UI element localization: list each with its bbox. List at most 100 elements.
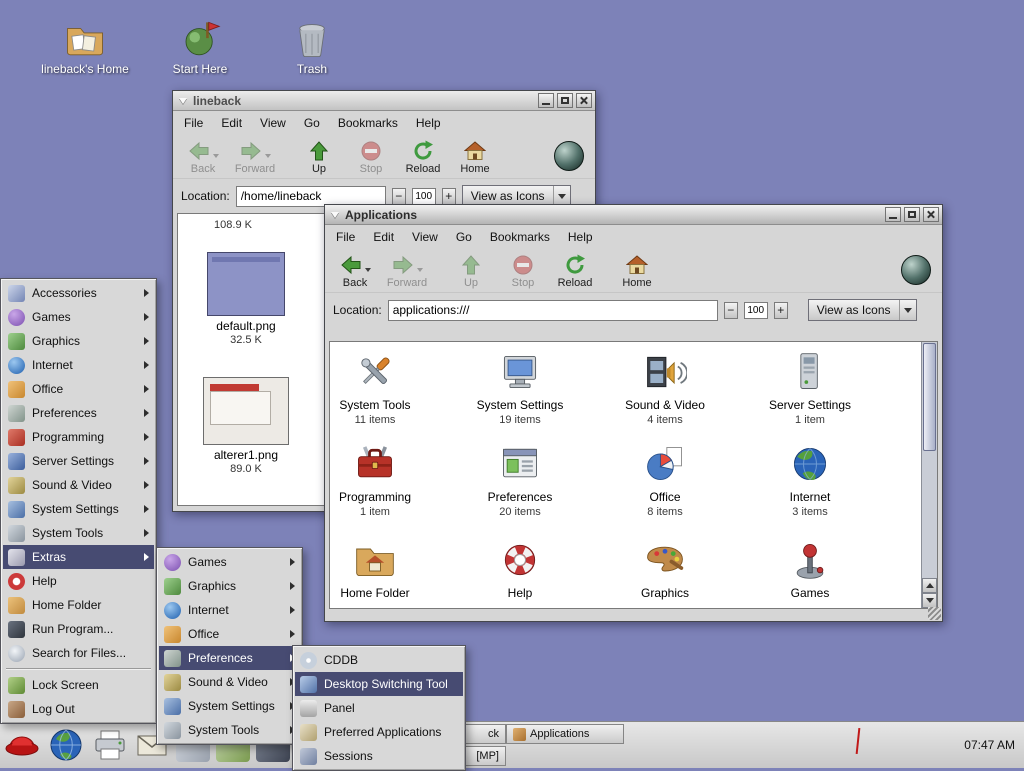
menu-item-internet[interactable]: Internet: [3, 353, 154, 377]
menu-item-sound-video[interactable]: Sound & Video: [3, 473, 154, 497]
stop-button[interactable]: Stop: [497, 252, 549, 291]
menu-item-run-program[interactable]: Run Program...: [3, 617, 154, 641]
app-category-home-folder[interactable]: Home Folder: [330, 534, 435, 602]
menu-item-graphics[interactable]: Graphics: [3, 329, 154, 353]
submenu-item-sound-video[interactable]: Sound & Video: [159, 670, 300, 694]
lineback-titlebar[interactable]: lineback: [173, 91, 595, 111]
zoom-out-button[interactable]: −: [391, 187, 406, 205]
app-category-system-settings[interactable]: System Settings 19 items: [460, 346, 580, 426]
submenu-item-office[interactable]: Office: [159, 622, 300, 646]
submenu-item-internet[interactable]: Internet: [159, 598, 300, 622]
menu-file[interactable]: File: [176, 113, 211, 133]
menu-item-games[interactable]: Games: [3, 305, 154, 329]
printer-icon[interactable]: [91, 726, 129, 764]
menu-bookmarks[interactable]: Bookmarks: [482, 227, 558, 247]
submenu-item-preferred-applications[interactable]: Preferred Applications: [295, 720, 463, 744]
menu-edit[interactable]: Edit: [213, 113, 250, 133]
stop-button[interactable]: Stop: [345, 138, 397, 177]
app-category-programming[interactable]: Programming 1 item: [330, 438, 435, 518]
submenu-item-desktop-switching-tool[interactable]: Desktop Switching Tool: [295, 672, 463, 696]
menu-file[interactable]: File: [328, 227, 363, 247]
forward-button[interactable]: Forward: [229, 138, 281, 177]
applications-titlebar[interactable]: Applications: [325, 205, 942, 225]
menu-item-system-tools[interactable]: System Tools: [3, 521, 154, 545]
reload-button[interactable]: Reload: [397, 138, 449, 177]
scroll-down-button[interactable]: [922, 593, 937, 608]
back-button[interactable]: Back: [329, 252, 381, 291]
menu-bookmarks[interactable]: Bookmarks: [330, 113, 406, 133]
menu-item-lock-screen[interactable]: Lock Screen: [3, 673, 154, 697]
forward-button[interactable]: Forward: [381, 252, 433, 291]
taskbar-button-applications[interactable]: Applications: [506, 724, 624, 744]
window-menu-icon[interactable]: [331, 211, 339, 218]
clock-applet[interactable]: 07:47 AM: [964, 722, 1015, 768]
submenu-item-system-settings[interactable]: System Settings: [159, 694, 300, 718]
menu-item-programming[interactable]: Programming: [3, 425, 154, 449]
menu-help[interactable]: Help: [408, 113, 449, 133]
close-button[interactable]: [576, 93, 592, 108]
file-default-png[interactable]: default.png 32.5 K: [186, 252, 306, 346]
menu-edit[interactable]: Edit: [365, 227, 402, 247]
window-menu-icon[interactable]: [179, 97, 187, 104]
location-input[interactable]: [387, 299, 718, 321]
menu-go[interactable]: Go: [296, 113, 328, 133]
menu-item-extras[interactable]: Extras: [3, 545, 154, 569]
desktop-icon-trash[interactable]: Trash: [262, 8, 362, 76]
home-button[interactable]: Home: [611, 252, 663, 291]
app-category-games[interactable]: Games: [750, 534, 870, 602]
app-category-office[interactable]: Office 8 items: [605, 438, 725, 518]
submenu-item-cddb[interactable]: CDDB: [295, 648, 463, 672]
minimize-button[interactable]: [885, 207, 901, 222]
main-menu-redhat-icon[interactable]: [3, 726, 41, 764]
scroll-up-button[interactable]: [922, 578, 937, 593]
app-category-server-settings[interactable]: Server Settings 1 item: [750, 346, 870, 426]
menu-item-server-settings[interactable]: Server Settings: [3, 449, 154, 473]
app-category-help[interactable]: Help: [460, 534, 580, 602]
desktop-icon-home[interactable]: lineback's Home: [30, 8, 140, 76]
submenu-arrow-icon: [144, 409, 149, 417]
zoom-in-button[interactable]: +: [773, 301, 788, 319]
menu-item-office[interactable]: Office: [3, 377, 154, 401]
submenu-item-panel[interactable]: Panel: [295, 696, 463, 720]
menu-item-system-settings[interactable]: System Settings: [3, 497, 154, 521]
app-category-preferences[interactable]: Preferences 20 items: [460, 438, 580, 518]
image-thumbnail: [203, 377, 289, 445]
home-button[interactable]: Home: [449, 138, 501, 177]
app-category-graphics[interactable]: Graphics: [605, 534, 725, 602]
maximize-button[interactable]: [904, 207, 920, 222]
menu-view[interactable]: View: [404, 227, 446, 247]
submenu-item-preferences[interactable]: Preferences: [159, 646, 300, 670]
up-button[interactable]: Up: [445, 252, 497, 291]
submenu-item-games[interactable]: Games: [159, 550, 300, 574]
scrollbar-thumb[interactable]: [923, 343, 936, 451]
close-button[interactable]: [923, 207, 939, 222]
zoom-in-button[interactable]: +: [441, 187, 456, 205]
zoom-out-button[interactable]: −: [723, 301, 738, 319]
desktop-icon-start-here[interactable]: Start Here: [147, 8, 253, 76]
file-alterer1-png[interactable]: alterer1.png 89.0 K: [186, 377, 306, 475]
back-button[interactable]: Back: [177, 138, 229, 177]
view-as-dropdown[interactable]: View as Icons: [807, 299, 917, 321]
app-category-internet[interactable]: Internet 3 items: [750, 438, 870, 518]
maximize-button[interactable]: [557, 93, 573, 108]
menu-go[interactable]: Go: [448, 227, 480, 247]
menu-item-accessories[interactable]: Accessories: [3, 281, 154, 305]
submenu-item-sessions[interactable]: Sessions: [295, 744, 463, 768]
submenu-item-system-tools[interactable]: System Tools: [159, 718, 300, 742]
app-category-system-tools[interactable]: System Tools 11 items: [330, 346, 435, 426]
menu-item-preferences[interactable]: Preferences: [3, 401, 154, 425]
minimize-button[interactable]: [538, 93, 554, 108]
resize-grip[interactable]: [928, 607, 941, 620]
menu-view[interactable]: View: [252, 113, 294, 133]
app-category-sound-video[interactable]: Sound & Video 4 items: [605, 346, 725, 426]
menu-item-search-for-files[interactable]: Search for Files...: [3, 641, 154, 665]
submenu-item-graphics[interactable]: Graphics: [159, 574, 300, 598]
web-browser-icon[interactable]: [47, 726, 85, 764]
reload-button[interactable]: Reload: [549, 252, 601, 291]
menu-item-log-out[interactable]: Log Out: [3, 697, 154, 721]
menu-help[interactable]: Help: [560, 227, 601, 247]
menu-item-help[interactable]: Help: [3, 569, 154, 593]
vertical-scrollbar[interactable]: [921, 342, 937, 608]
menu-item-home-folder[interactable]: Home Folder: [3, 593, 154, 617]
up-button[interactable]: Up: [293, 138, 345, 177]
